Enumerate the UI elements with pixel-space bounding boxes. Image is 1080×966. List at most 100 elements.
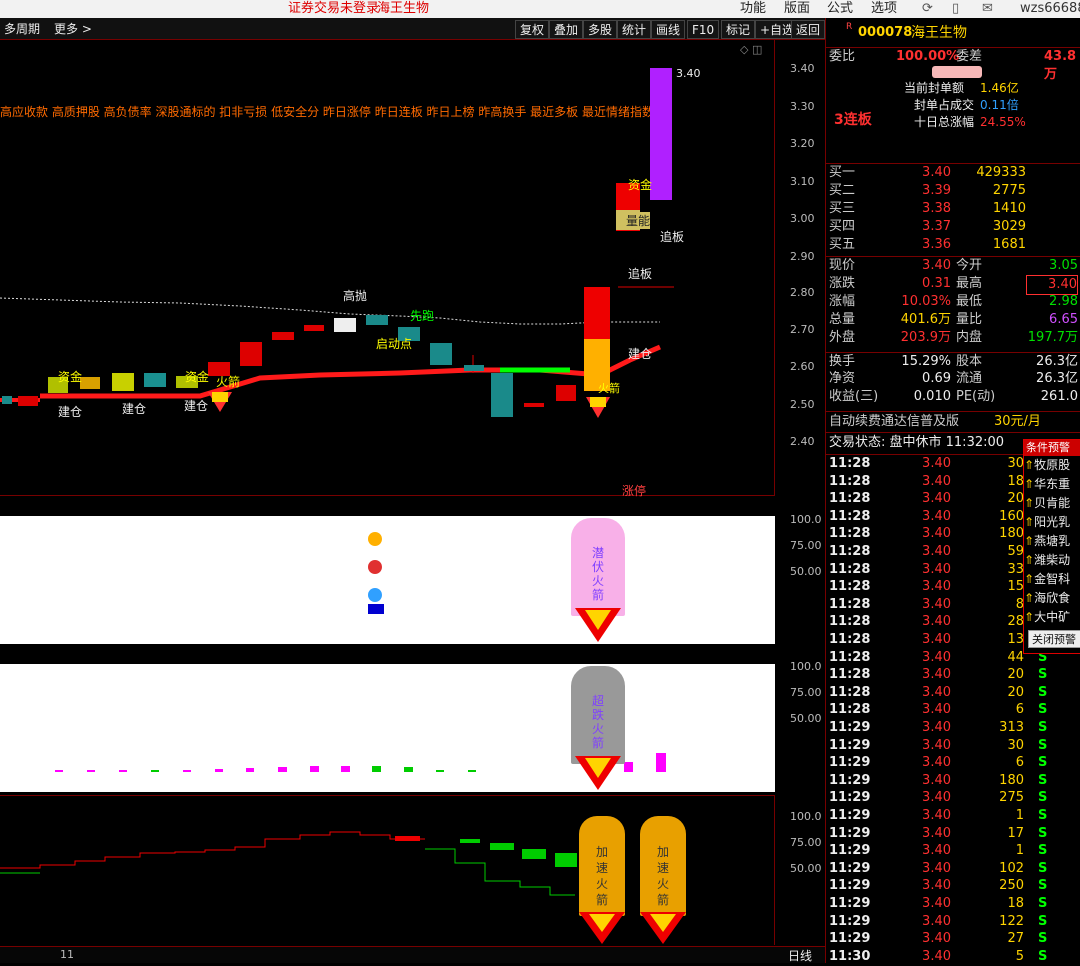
- fuquan-button[interactable]: 复权: [515, 20, 550, 39]
- up-arrow-icon: ⇑: [1024, 534, 1035, 548]
- menu-options[interactable]: 选项: [871, 0, 897, 17]
- phone-icon[interactable]: ▯: [952, 0, 959, 17]
- quote-panel: R 000078 海王生物 委比 100.00% 委差 43.8万 当前封单额 1…: [825, 18, 1080, 964]
- label-zhuiban-1: 追板: [660, 230, 685, 244]
- close-alert-button[interactable]: 关闭预警: [1028, 630, 1080, 648]
- panel-2-bars: [55, 753, 666, 772]
- tick-row: 11:29 3.40 180 S: [829, 772, 1048, 788]
- stats-button[interactable]: 统计: [617, 20, 652, 39]
- rocket-jiasu-1: 加速火箭: [579, 816, 625, 916]
- rocket-markers: [208, 392, 610, 418]
- multi-stock-button[interactable]: 多股: [583, 20, 618, 39]
- candles: [2, 68, 674, 417]
- draw-line-button[interactable]: 画线: [651, 20, 686, 39]
- high-price-label: 3.40: [676, 67, 701, 80]
- overlay-button[interactable]: 叠加: [549, 20, 584, 39]
- menu-formula[interactable]: 公式: [827, 0, 853, 17]
- label-jiancang-1: 建仓: [58, 405, 83, 419]
- rocket-flame-1: [575, 608, 621, 642]
- bids-table: 买一 3.40 429333 买二 3.39 2775 买三 3.38 1410 买四 3.3…: [826, 163, 1080, 252]
- tick-row: 11:29 3.40 27 S: [829, 931, 1048, 947]
- chart-toolbar: 多周期 更多 > 复权 叠加 多股 统计 画线 F10 标记 +自选 返回: [0, 18, 825, 40]
- tick-row: 11:283.4020S: [829, 667, 1048, 683]
- chart-area[interactable]: ◇ ◫ 高应收款 高质押股 高负债率 深股通标的 扣非亏损 低安全分 昨日涨停 …: [0, 40, 825, 963]
- label-qidong: 启动点: [376, 337, 413, 351]
- back-button[interactable]: 返回: [791, 20, 825, 39]
- period-label: 日线: [788, 949, 813, 963]
- alert-item[interactable]: ⇑牧原股: [1024, 456, 1080, 474]
- tick-row: 11:29 3.40 313 S: [829, 720, 1048, 735]
- alert-item[interactable]: ⇑阳光乳: [1024, 513, 1080, 531]
- alert-item[interactable]: ⇑华东重: [1024, 475, 1080, 493]
- label-zijin-2: 资金: [185, 370, 210, 384]
- rocket-jiasu-2: 加速火箭: [640, 816, 686, 916]
- tick-row: 11:29 3.40 102 S: [829, 860, 1048, 876]
- label-zijin-1: 资金: [58, 370, 83, 384]
- tick-row: 11:29 3.40 17 S: [829, 825, 1048, 841]
- kline-chart: [0, 68, 674, 418]
- indicator-panel-1[interactable]: [0, 516, 775, 644]
- label-liangneng: 量能: [626, 212, 651, 229]
- rocket-chaodie: 超跌火箭: [571, 666, 625, 764]
- up-arrow-icon: ⇑: [1024, 610, 1035, 624]
- label-jiancang-2: 建仓: [122, 402, 147, 416]
- tick-row: 11:29 3.40 122 S: [829, 913, 1048, 929]
- rocket-flame-4: [640, 912, 686, 944]
- up-arrow-icon: ⇑: [1024, 591, 1035, 605]
- alert-item[interactable]: ⇑金智科: [1024, 570, 1080, 588]
- up-arrow-icon: ⇑: [1024, 572, 1035, 586]
- rocket-flame-2: [575, 756, 621, 790]
- menu-layout[interactable]: 版面: [784, 0, 810, 17]
- weibi-row: 委比 100.00% 委差 43.8万: [826, 47, 1080, 82]
- label-zijin-3: 资金: [628, 178, 653, 192]
- mark-button[interactable]: 标记: [721, 20, 756, 39]
- label-zhangting: 涨停: [622, 484, 647, 498]
- rocket-qianfu: 潜伏火箭: [571, 518, 625, 616]
- up-arrow-icon: ⇑: [1024, 496, 1035, 510]
- lianban-badge: 3连板: [834, 112, 872, 128]
- alert-item[interactable]: ⇑大中矿: [1024, 608, 1080, 626]
- alert-item[interactable]: ⇑海欣食: [1024, 589, 1080, 607]
- alert-item[interactable]: ⇑燕塘乳: [1024, 532, 1080, 550]
- alert-title: 条件预警: [1024, 440, 1080, 456]
- refresh-icon[interactable]: ⟳: [922, 0, 933, 17]
- up-arrow-icon: ⇑: [1024, 553, 1035, 567]
- tick-row: 11:29 3.40 275 S: [829, 790, 1048, 806]
- tick-row: 11:29 3.40 1 S: [829, 843, 1048, 859]
- label-huojian-2: 火箭: [598, 382, 620, 395]
- more-button[interactable]: 更多 >: [50, 20, 96, 39]
- alert-item[interactable]: ⇑潍柴动: [1024, 551, 1080, 569]
- label-xianpao: 先跑: [410, 309, 435, 323]
- tick-row: 11:28 3.40 6 S: [829, 702, 1048, 718]
- condition-alert-panel[interactable]: 条件预警 ⇑牧原股 ⇑华东重 ⇑贝肯能 ⇑阳光乳 ⇑燕塘乳 ⇑潍柴动 ⇑金智科 ⇑海欣食 ⇑大中…: [1023, 439, 1080, 654]
- user-name: wzs66688: [1020, 1, 1080, 16]
- f10-button[interactable]: F10: [687, 20, 720, 39]
- label-huojian: 火箭: [216, 375, 241, 389]
- label-jiancang-4: 建仓: [628, 347, 653, 361]
- up-arrow-icon: ⇑: [1024, 458, 1035, 472]
- window-stock-name: 海王生物: [377, 1, 430, 16]
- stats-table: 现价 3.40 今开 3.05 涨跌 0.31 最高 3.40 涨幅 10.03% 最低 2.98…: [826, 256, 1080, 404]
- tick-row: 11:29 3.40 6 S: [829, 755, 1048, 771]
- date-bar[interactable]: 11 日线: [0, 946, 825, 963]
- tick-row: 11:283.4020S: [829, 684, 1048, 700]
- tick-row: 11:29 3.40 30 S: [829, 737, 1048, 753]
- multi-period-button[interactable]: 多周期: [0, 20, 44, 39]
- stock-header: R 000078 海王生物: [846, 22, 967, 41]
- label-gaopao: 高抛: [343, 289, 368, 303]
- label-jiancang-3: 建仓: [184, 399, 209, 413]
- mail-icon[interactable]: ✉: [982, 0, 993, 17]
- tick-row: 11:29 3.40 1 S: [829, 808, 1048, 823]
- label-zhuiban-2: 追板: [628, 267, 653, 281]
- collapse-toggle[interactable]: [932, 66, 982, 78]
- small-icons: [368, 532, 386, 614]
- ad-row[interactable]: 自动续费通达信普及版 30元/月: [826, 411, 1080, 431]
- alert-item[interactable]: ⇑贝肯能: [1024, 494, 1080, 512]
- up-arrow-icon: ⇑: [1024, 515, 1035, 529]
- up-arrow-icon: ⇑: [1024, 477, 1035, 491]
- tick-row: 11:29 3.40 250 S: [829, 878, 1048, 894]
- menu-function[interactable]: 功能: [740, 0, 766, 17]
- tick-row: 11:29 3.40 18 S: [829, 896, 1048, 911]
- login-status: 证券交易未登录: [288, 1, 380, 16]
- tick-row: 11:30 3.40 5 S: [829, 948, 1048, 964]
